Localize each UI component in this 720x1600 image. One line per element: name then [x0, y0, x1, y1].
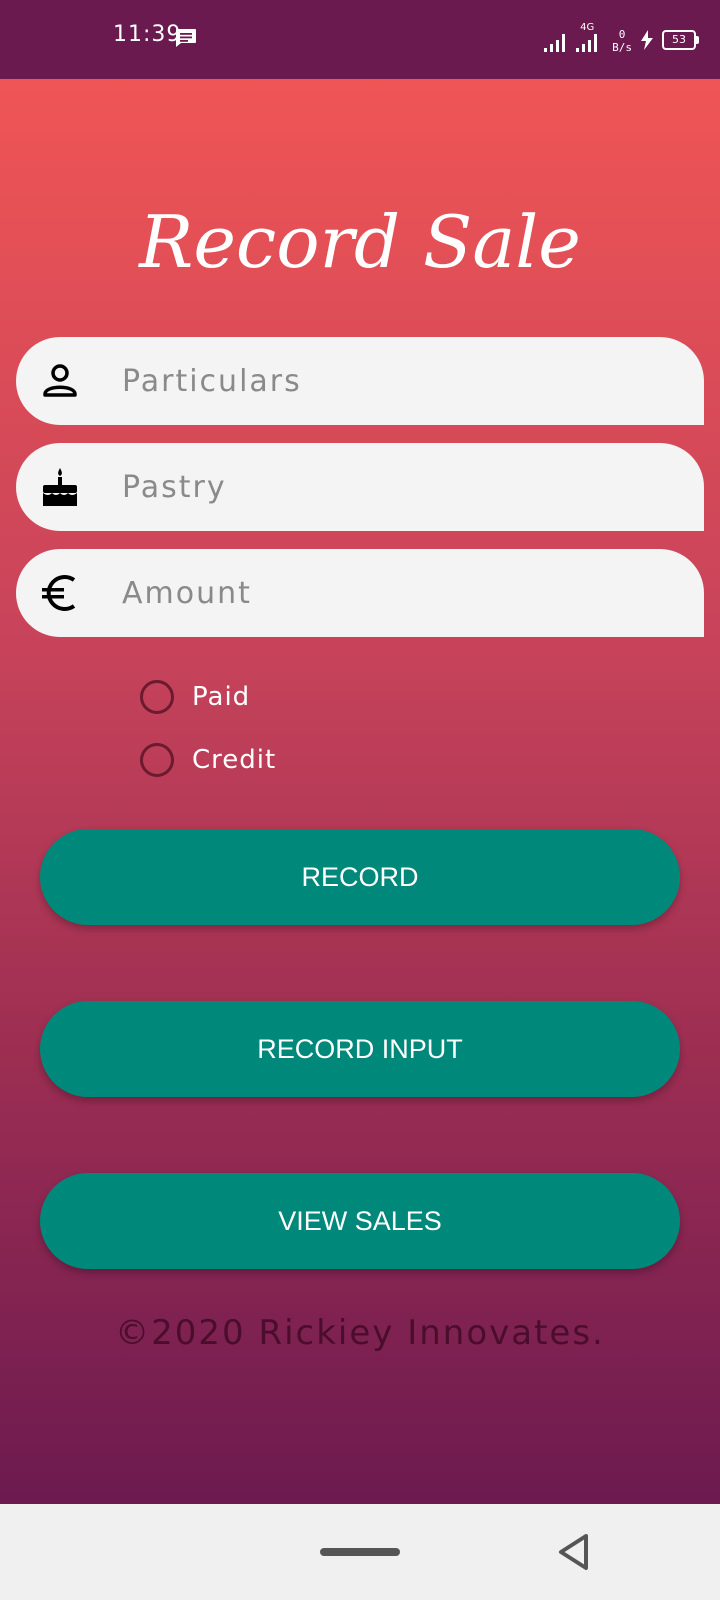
credit-radio[interactable]: Credit — [140, 738, 276, 782]
battery-icon: 53 — [662, 30, 699, 50]
speed-unit: B/s — [612, 41, 632, 54]
network-speed: 0 B/s — [612, 28, 632, 54]
signal-4g-group: 4G — [576, 22, 604, 54]
status-icons: 4G 0 B/s 53 — [544, 22, 699, 54]
cake-icon — [43, 468, 77, 506]
record-input-button[interactable]: RECORD INPUT — [40, 1001, 680, 1097]
particulars-field[interactable] — [16, 337, 704, 425]
charging-icon — [641, 30, 653, 50]
paid-label: Paid — [192, 682, 251, 712]
page-title: Record Sale — [139, 200, 581, 284]
amount-field[interactable] — [16, 549, 704, 637]
status-bar: 11:39 4G 0 B/s 53 — [0, 0, 720, 79]
screen: 11:39 4G 0 B/s 53 Record Sale Particular… — [0, 0, 720, 1600]
copyright-footer: ©2020 Rickiey Innovates. — [115, 1313, 605, 1353]
signal-icon-2 — [576, 34, 598, 52]
navigation-bar — [0, 1504, 720, 1600]
euro-icon — [42, 575, 76, 611]
pastry-input[interactable] — [106, 443, 686, 531]
status-time: 11:39 — [113, 22, 182, 47]
paid-radio[interactable]: Paid — [140, 675, 250, 719]
amount-input[interactable] — [106, 549, 686, 637]
main-content: Record Sale Particulars Pastry Amount Pa… — [0, 79, 720, 1504]
credit-label: Credit — [192, 745, 277, 775]
person-icon — [43, 364, 77, 397]
record-button[interactable]: RECORD — [40, 829, 680, 925]
speed-value: 0 — [618, 28, 626, 41]
credit-radio-circle[interactable] — [140, 743, 174, 777]
particulars-input[interactable] — [106, 337, 686, 425]
back-icon[interactable] — [556, 1532, 592, 1572]
view-sales-button[interactable]: VIEW SALES — [40, 1173, 680, 1269]
pastry-field[interactable] — [16, 443, 704, 531]
signal-icon — [544, 34, 566, 52]
message-icon — [176, 29, 196, 47]
home-gesture-bar[interactable] — [320, 1548, 400, 1556]
paid-radio-circle[interactable] — [140, 680, 174, 714]
